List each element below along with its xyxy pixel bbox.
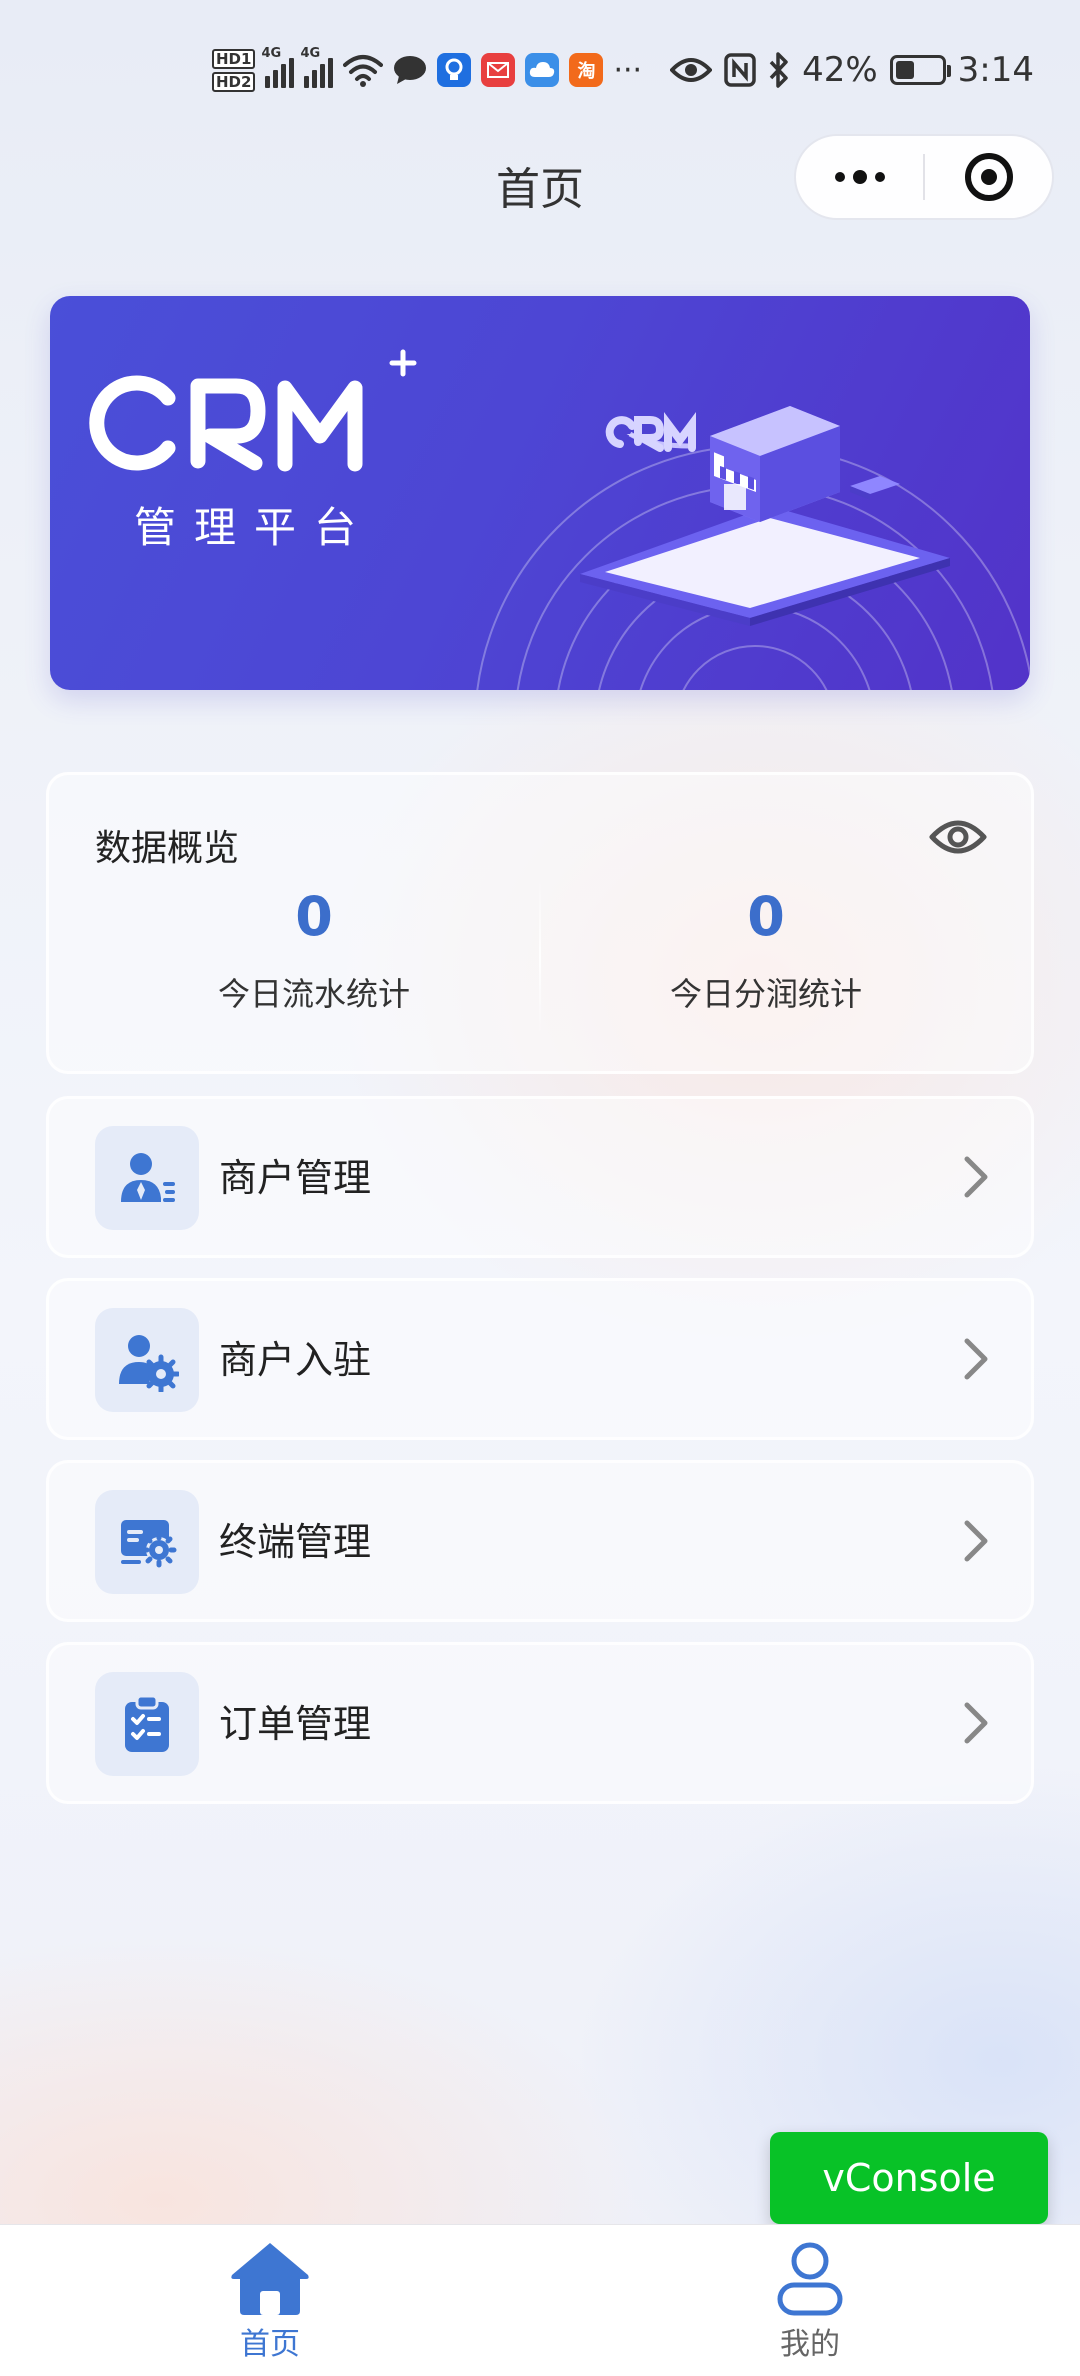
- wifi-icon: [343, 55, 384, 87]
- today-profit-label: 今日分润统计: [669, 975, 862, 1013]
- taobao-app-icon: 淘: [569, 53, 604, 87]
- signal-2-icon: 4G: [300, 46, 334, 88]
- battery-percent: 42%: [802, 50, 878, 90]
- menu-label: 商户管理: [219, 1156, 372, 1200]
- bulb-app-icon: [437, 53, 472, 87]
- crm-logo: [89, 375, 363, 472]
- battery-icon: [889, 55, 951, 85]
- menu-item-terminal-management[interactable]: 终端管理: [46, 1460, 1034, 1622]
- user-profile-icon: [777, 2242, 843, 2316]
- menu-label: 订单管理: [219, 1702, 372, 1746]
- order-clipboard-icon: [95, 1672, 199, 1776]
- status-left-icons: HD1 HD2 4G 4G 淘 ···: [212, 40, 642, 100]
- today-profit-value: 0: [747, 885, 785, 948]
- banner-subtitle: 管理平台: [134, 503, 375, 552]
- home-icon: [231, 2243, 309, 2315]
- terminal-settings-icon: [95, 1490, 199, 1594]
- menu-label: 商户入驻: [219, 1338, 372, 1382]
- menu-item-merchant-management[interactable]: 商户管理: [46, 1096, 1034, 1258]
- tab-home-label: 首页: [240, 2327, 300, 2362]
- chat-bubble-icon: [394, 56, 427, 84]
- chevron-right-icon: [964, 1520, 988, 1562]
- chevron-right-icon: [964, 1156, 988, 1198]
- status-right-icons: 42% 3:14: [670, 40, 1034, 100]
- today-flow-value: 0: [295, 885, 333, 948]
- tab-mine-label: 我的: [780, 2327, 840, 2362]
- menu-label: 终端管理: [219, 1520, 372, 1564]
- vconsole-button[interactable]: vConsole: [770, 2132, 1048, 2224]
- huawei-mail-icon: [481, 53, 516, 87]
- mini-program-capsule: [794, 134, 1054, 220]
- signal-1-icon: 4G: [261, 46, 295, 88]
- menu-item-order-management[interactable]: 订单管理: [46, 1642, 1034, 1804]
- tab-bar: 首页 我的: [0, 2224, 1080, 2376]
- clock: 3:14: [957, 50, 1034, 90]
- merchant-user-icon: [95, 1126, 199, 1230]
- more-dots-icon: [834, 170, 885, 184]
- data-overview-card: 数据概览 0 今日流水统计 0 今日分润统计: [46, 772, 1034, 1074]
- cloud-app-icon: [525, 53, 560, 87]
- banner-artwork: [89, 349, 1030, 690]
- eye-comfort-icon: [670, 58, 713, 82]
- bluetooth-icon: [769, 52, 788, 88]
- today-flow-label: 今日流水统计: [217, 975, 410, 1013]
- more-notifications-icon: ···: [613, 52, 643, 88]
- crm-banner: 管理平台: [50, 296, 1030, 690]
- close-button[interactable]: [925, 136, 1052, 218]
- target-close-icon: [964, 153, 1013, 201]
- merchant-settings-icon: [95, 1308, 199, 1412]
- today-profit-stat: 0 今日分润统计: [541, 885, 991, 1015]
- today-flow-stat: 0 今日流水统计: [89, 885, 539, 1015]
- more-button[interactable]: [796, 136, 923, 218]
- nfc-icon: [724, 53, 756, 87]
- overview-title: 数据概览: [95, 828, 240, 869]
- tab-home[interactable]: 首页: [170, 2239, 370, 2363]
- hd-icon: HD1 HD2: [212, 48, 256, 92]
- menu-item-merchant-onboarding[interactable]: 商户入驻: [46, 1278, 1034, 1440]
- chevron-right-icon: [964, 1702, 988, 1744]
- status-bar: HD1 HD2 4G 4G 淘 ··· 42% 3:14: [0, 0, 1080, 140]
- tab-mine[interactable]: 我的: [710, 2239, 910, 2363]
- eye-toggle-icon[interactable]: [929, 817, 987, 857]
- chevron-right-icon: [964, 1338, 988, 1380]
